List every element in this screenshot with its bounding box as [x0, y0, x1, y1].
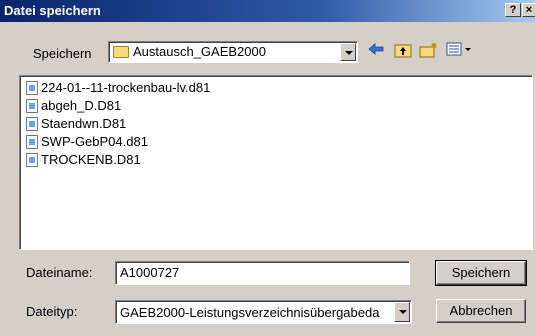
chevron-down-icon[interactable] — [394, 302, 410, 322]
file-name: TROCKENB.D81 — [41, 152, 141, 167]
title-bar: Datei speichern ? × — [0, 0, 535, 22]
save-in-value: Austausch_GAEB2000 — [113, 44, 266, 59]
save-dialog: Datei speichern ? × Speichern Austausch_… — [0, 0, 535, 335]
filetype-label: Dateityp: — [26, 304, 78, 319]
filename-value: A1000727 — [120, 265, 180, 280]
view-menu-icon[interactable] — [445, 42, 473, 62]
help-button[interactable]: ? — [505, 3, 521, 17]
dialog-title: Datei speichern — [4, 3, 101, 18]
list-item[interactable]: Staendwn.D81 — [26, 116, 126, 134]
chevron-down-icon[interactable] — [340, 43, 356, 61]
file-list[interactable]: 224-01--11-trockenbau-lv.d81 abgeh_D.D81… — [19, 75, 533, 250]
filetype-value: GAEB2000-Leistungsverzeichnisübergabeda — [120, 305, 380, 320]
filename-label: Dateiname: — [26, 265, 93, 280]
save-button[interactable]: Speichern — [435, 260, 527, 286]
folder-icon — [113, 45, 129, 58]
list-item[interactable]: abgeh_D.D81 — [26, 98, 121, 116]
close-button[interactable]: × — [522, 3, 535, 17]
folder-up-icon[interactable] — [393, 42, 413, 62]
file-icon — [26, 134, 38, 149]
save-in-dropdown[interactable]: Austausch_GAEB2000 — [108, 41, 358, 63]
list-item[interactable]: 224-01--11-trockenbau-lv.d81 — [26, 80, 210, 98]
file-name: SWP-GebP04.d81 — [41, 134, 148, 149]
list-item[interactable]: TROCKENB.D81 — [26, 152, 141, 170]
list-item[interactable]: SWP-GebP04.d81 — [26, 134, 148, 152]
file-icon — [26, 152, 38, 167]
file-name: 224-01--11-trockenbau-lv.d81 — [41, 80, 211, 95]
file-icon — [26, 80, 38, 95]
filetype-dropdown[interactable]: GAEB2000-Leistungsverzeichnisübergabeda — [115, 300, 412, 324]
file-icon — [26, 116, 38, 131]
filename-field[interactable]: A1000727 — [115, 261, 410, 285]
file-icon — [26, 98, 38, 113]
new-folder-icon[interactable] — [419, 42, 439, 62]
save-in-label: Speichern — [33, 46, 92, 61]
save-in-folder-name: Austausch_GAEB2000 — [133, 44, 266, 59]
back-arrow-icon[interactable] — [366, 42, 386, 62]
file-name: abgeh_D.D81 — [41, 98, 122, 113]
file-name: Staendwn.D81 — [41, 116, 127, 131]
cancel-button[interactable]: Abbrechen — [436, 299, 526, 323]
